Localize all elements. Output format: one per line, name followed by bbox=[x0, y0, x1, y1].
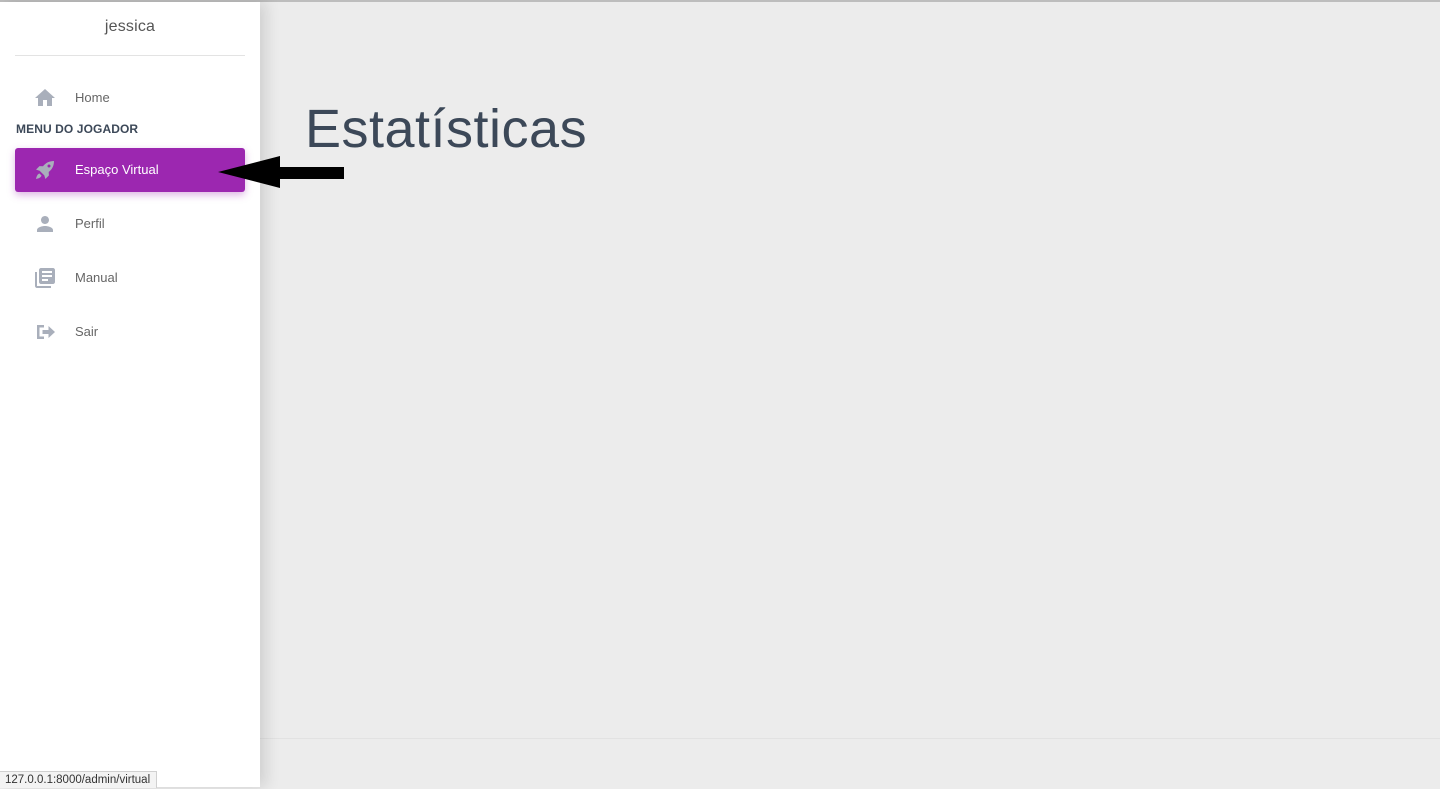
sidebar-item-label: Sair bbox=[75, 324, 99, 339]
home-icon bbox=[33, 86, 57, 110]
status-bar-url: 127.0.0.1:8000/admin/virtual bbox=[0, 771, 158, 788]
exit-icon bbox=[33, 320, 57, 344]
page-title: Estatísticas bbox=[305, 99, 588, 159]
sidebar-item-sair[interactable]: Sair bbox=[15, 310, 245, 354]
sidebar-item-label: Manual bbox=[75, 270, 118, 285]
sidebar: jessica Home MENU DO JOGADOR Espaço Virt… bbox=[0, 2, 260, 787]
sidebar-item-label: Espaço Virtual bbox=[75, 162, 159, 177]
library-books-icon bbox=[33, 266, 57, 290]
sidebar-item-label: Home bbox=[75, 90, 110, 105]
sidebar-divider bbox=[15, 55, 245, 56]
annotation-arrow-icon bbox=[218, 156, 344, 188]
footer-divider bbox=[260, 738, 1440, 739]
sidebar-item-manual[interactable]: Manual bbox=[15, 256, 245, 300]
sidebar-item-espaco-virtual[interactable]: Espaço Virtual bbox=[15, 148, 245, 192]
sidebar-user-name[interactable]: jessica bbox=[15, 18, 245, 36]
sidebar-item-home[interactable]: Home bbox=[15, 76, 245, 120]
person-icon bbox=[33, 212, 57, 236]
sidebar-item-label: Perfil bbox=[75, 216, 105, 231]
sidebar-item-perfil[interactable]: Perfil bbox=[15, 202, 245, 246]
sidebar-section-title: MENU DO JOGADOR bbox=[16, 122, 139, 136]
rocket-icon bbox=[33, 158, 57, 182]
